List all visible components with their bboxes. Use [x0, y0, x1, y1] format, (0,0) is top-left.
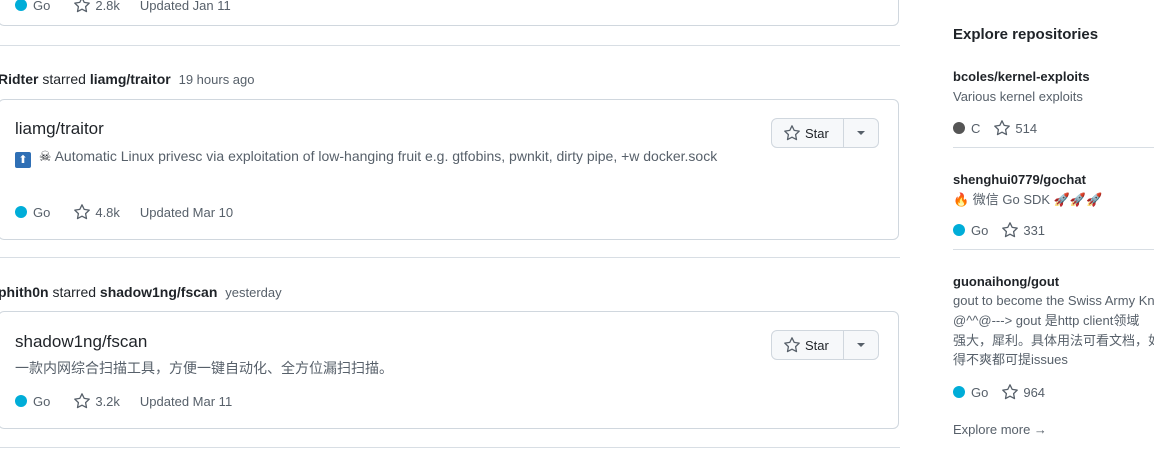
star-icon: [1002, 222, 1019, 238]
explore-repo-description-line: 得不爽都可提issues: [953, 352, 1068, 367]
language-color-dot: [15, 206, 27, 218]
language-color-dot: [15, 0, 27, 11]
explore-repo-description: Various kernel exploits: [953, 89, 1083, 104]
repo-language: Go: [33, 204, 51, 220]
stars-count: 514: [1015, 120, 1038, 136]
sidebar-divider: [953, 249, 1154, 250]
stars-count: 4.8k: [95, 204, 120, 220]
explore-repo-link[interactable]: bcoles/kernel-exploits: [953, 69, 1090, 84]
feed-divider: [0, 257, 900, 258]
repo-description: ⬆ ☠ Automatic Linux privesc via exploita…: [15, 145, 735, 168]
updated-date: Updated Mar 10: [139, 204, 234, 220]
repo-description: 一款内网综合扫描工具，方便一键自动化、全方位漏扫扫描。: [15, 360, 393, 376]
event-header: phith0n starred shadow1ng/fscan yesterda…: [0, 284, 282, 300]
star-icon: [1002, 384, 1019, 400]
star-button-group: Star: [771, 330, 879, 360]
explore-repo-link[interactable]: guonaihong/gout: [953, 274, 1059, 289]
event-time: yesterday: [225, 285, 282, 300]
explore-more-link[interactable]: Explore more →: [953, 422, 1047, 437]
language-label: Go: [971, 222, 989, 238]
language-color-dot: [953, 386, 965, 398]
repo-language: Go: [953, 385, 988, 400]
skull-crossbones-emoji: ☠: [38, 148, 52, 164]
repo-card: liamg/traitor ⬆ ☠ Automatic Linux prives…: [0, 99, 899, 240]
stars-count: 964: [1023, 384, 1046, 400]
star-button-label: Star: [805, 125, 829, 141]
star-icon: [784, 337, 800, 353]
repo-stars[interactable]: 514: [994, 120, 1037, 136]
star-button-label: Star: [805, 337, 829, 353]
explore-repo-link[interactable]: shenghui0779/gochat: [953, 172, 1086, 187]
star-button[interactable]: Star: [772, 331, 844, 359]
star-button-group: Star: [771, 118, 879, 148]
activity-feed: Go 2.8k Updated Jan 11 Ridter starred li…: [0, 0, 900, 458]
event-action: starred: [52, 284, 97, 300]
language-color-dot: [953, 122, 965, 134]
feed-divider: [0, 45, 900, 46]
language-color-dot: [953, 224, 965, 236]
repo-meta: Go 2.8k Updated Jan 11: [15, 0, 231, 13]
repo-title-link[interactable]: liamg/traitor: [15, 119, 104, 139]
repo-language: Go: [953, 223, 988, 238]
actor-link[interactable]: Ridter: [0, 71, 38, 87]
explore-repo-description-line: 强大，犀利。具体用法可看文档，如: [953, 333, 1154, 348]
language-color-dot: [15, 395, 27, 407]
star-icon: [74, 393, 91, 409]
chevron-down-icon: [857, 343, 865, 347]
repo-card: shadow1ng/fscan 一款内网综合扫描工具，方便一键自动化、全方位漏扫…: [0, 311, 899, 429]
explore-repo-meta: Go 331: [953, 222, 1045, 238]
repo-language: Go: [33, 393, 51, 409]
event-action: starred: [42, 71, 86, 87]
explore-repo-meta: Go 964: [953, 384, 1045, 400]
event-time: 19 hours ago: [178, 72, 255, 87]
repo-stars[interactable]: 964: [1002, 384, 1045, 400]
star-list-dropdown[interactable]: [844, 119, 878, 147]
star-icon: [74, 204, 91, 220]
actor-link[interactable]: phith0n: [0, 284, 49, 300]
explore-repo-description: 🔥 微信 Go SDK 🚀🚀🚀: [953, 192, 1103, 207]
stars-count: 331: [1023, 222, 1046, 238]
language-label: C: [971, 120, 981, 136]
updated-date: Updated Mar 11: [139, 393, 233, 409]
chevron-down-icon: [857, 131, 865, 135]
arrow-up-emoji: ⬆: [15, 152, 31, 168]
repo-language: Go: [33, 0, 51, 13]
star-list-dropdown[interactable]: [844, 331, 878, 359]
explore-sidebar: Explore repositories bcoles/kernel-explo…: [928, 0, 1154, 458]
event-header: Ridter starred liamg/traitor 19 hours ag…: [0, 71, 255, 87]
event-repo-link[interactable]: liamg/traitor: [90, 71, 171, 87]
repo-language: C: [953, 121, 980, 136]
explore-repo-meta: C 514: [953, 120, 1037, 136]
sidebar-divider: [953, 147, 1154, 148]
feed-divider: [0, 447, 900, 448]
description-text: Automatic Linux privesc via exploitation…: [54, 148, 718, 164]
explore-repo-description-line: gout to become the Swiss Army Kn: [953, 293, 1154, 308]
star-icon: [994, 120, 1011, 136]
repo-title-link[interactable]: shadow1ng/fscan: [15, 332, 147, 352]
repo-meta: Go 3.2k Updated Mar 11: [15, 393, 232, 409]
star-icon: [784, 125, 800, 141]
language-label: Go: [971, 384, 989, 400]
stars-count: 2.8k: [95, 0, 120, 13]
repo-stars[interactable]: 2.8k: [74, 0, 120, 13]
star-button[interactable]: Star: [772, 119, 844, 147]
star-icon: [74, 0, 91, 13]
stars-count: 3.2k: [95, 393, 120, 409]
repo-card: Go 2.8k Updated Jan 11: [0, 0, 899, 26]
repo-stars[interactable]: 331: [1002, 222, 1045, 238]
explore-repo-description-line: @^^@---> gout 是http client领域: [953, 313, 1140, 328]
event-repo-link[interactable]: shadow1ng/fscan: [100, 284, 217, 300]
updated-date: Updated Jan 11: [139, 0, 231, 13]
repo-meta: Go 4.8k Updated Mar 10: [15, 204, 233, 220]
sidebar-title: Explore repositories: [953, 26, 1099, 43]
repo-stars[interactable]: 4.8k: [74, 204, 120, 220]
repo-stars[interactable]: 3.2k: [74, 393, 120, 409]
